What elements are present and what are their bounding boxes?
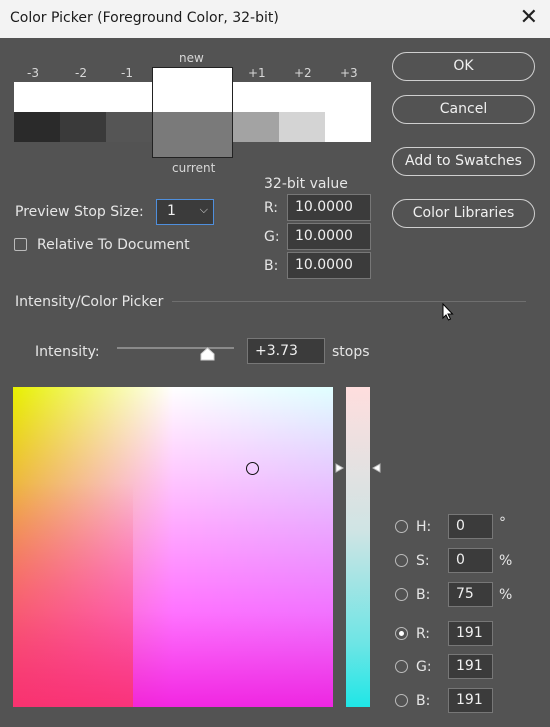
preview-stop-size-label: Preview Stop Size: — [15, 204, 144, 220]
g-label: G: — [416, 659, 432, 675]
intensity-label: Intensity: — [35, 344, 100, 360]
cancel-button[interactable]: Cancel — [392, 95, 535, 124]
b-input[interactable]: 75 — [448, 582, 493, 607]
bit32-r-label: R: — [264, 200, 279, 216]
bit32-g-input[interactable]: 10.0000 — [287, 223, 371, 250]
title-bar: Color Picker (Foreground Color, 32-bit) … — [0, 0, 550, 38]
r-radio[interactable] — [395, 627, 408, 640]
stop-label-plus2: +2 — [294, 66, 312, 80]
bit32-r-input[interactable]: 10.0000 — [287, 194, 371, 221]
color-field-cursor[interactable] — [246, 462, 259, 475]
stop-new-row-left — [14, 82, 153, 112]
stop-label-current: current — [172, 161, 216, 175]
add-to-swatches-button[interactable]: Add to Swatches — [392, 147, 535, 176]
ok-button[interactable]: OK — [392, 52, 535, 81]
stop-label-minus2: -2 — [75, 66, 87, 80]
h-unit: ° — [499, 515, 506, 531]
rgb-b-label: B: — [416, 693, 431, 709]
rgb-b-radio[interactable] — [395, 694, 408, 707]
color-libraries-button[interactable]: Color Libraries — [392, 199, 535, 228]
s-radio[interactable] — [395, 554, 408, 567]
color-slider[interactable] — [346, 387, 370, 707]
stop-label-minus3: -3 — [27, 66, 39, 80]
bit32-heading: 32-bit value — [264, 176, 348, 192]
g-radio[interactable] — [395, 660, 408, 673]
stop-swatch-minus1[interactable] — [106, 112, 153, 142]
stop-swatch-plus2[interactable] — [279, 112, 325, 142]
stop-swatch-plus1[interactable] — [233, 112, 279, 142]
color-picker-dialog: Color Picker (Foreground Color, 32-bit) … — [0, 0, 550, 727]
g-input[interactable]: 191 — [448, 654, 493, 679]
r-label: R: — [416, 626, 431, 642]
new-color-swatch — [153, 68, 232, 112]
stop-swatch-minus2[interactable] — [60, 112, 106, 142]
intensity-slider-thumb[interactable] — [200, 347, 215, 361]
current-color-swatch[interactable] — [153, 112, 232, 157]
stop-swatch-minus3[interactable] — [14, 112, 60, 142]
dialog-title: Color Picker (Foreground Color, 32-bit) — [10, 10, 279, 26]
stop-swatch-plus3[interactable] — [325, 112, 371, 142]
stop-label-minus1: -1 — [121, 66, 133, 80]
close-icon[interactable]: ✕ — [520, 6, 538, 30]
color-slider-right-arrow-icon[interactable] — [371, 463, 381, 473]
r-input[interactable]: 191 — [448, 621, 493, 646]
b-radio[interactable] — [395, 588, 408, 601]
intensity-slider-track[interactable] — [117, 347, 234, 349]
b-label: B: — [416, 587, 431, 603]
stop-new-row-right — [233, 82, 371, 112]
bit32-b-input[interactable]: 10.0000 — [287, 252, 371, 279]
s-input[interactable]: 0 — [448, 548, 493, 573]
intensity-unit: stops — [332, 344, 370, 360]
stop-label-plus1: +1 — [248, 66, 266, 80]
s-label: S: — [416, 553, 430, 569]
bit32-b-label: B: — [264, 258, 279, 274]
h-radio[interactable] — [395, 520, 408, 533]
stop-label-plus3: +3 — [340, 66, 358, 80]
section-title: Intensity/Color Picker — [15, 294, 164, 310]
h-input[interactable]: 0 — [448, 514, 493, 539]
preview-stop-size-select[interactable]: 1 ⌵ — [156, 199, 214, 225]
intensity-input[interactable]: +3.73 — [247, 338, 325, 364]
s-unit: % — [499, 553, 513, 569]
section-divider — [172, 301, 526, 302]
bit32-g-label: G: — [264, 229, 280, 245]
mouse-cursor-icon — [442, 303, 454, 321]
stop-label-new: new — [179, 51, 204, 65]
relative-to-document-label: Relative To Document — [37, 237, 190, 253]
color-field[interactable] — [13, 387, 333, 707]
h-label: H: — [416, 519, 432, 535]
new-current-swatch — [152, 67, 233, 158]
chevron-down-icon: ⌵ — [199, 203, 208, 216]
b-unit: % — [499, 587, 513, 603]
color-slider-left-arrow-icon[interactable] — [335, 463, 345, 473]
preview-stop-size-value: 1 — [167, 203, 176, 219]
relative-to-document-checkbox[interactable] — [14, 238, 27, 251]
rgb-b-input[interactable]: 191 — [448, 688, 493, 713]
